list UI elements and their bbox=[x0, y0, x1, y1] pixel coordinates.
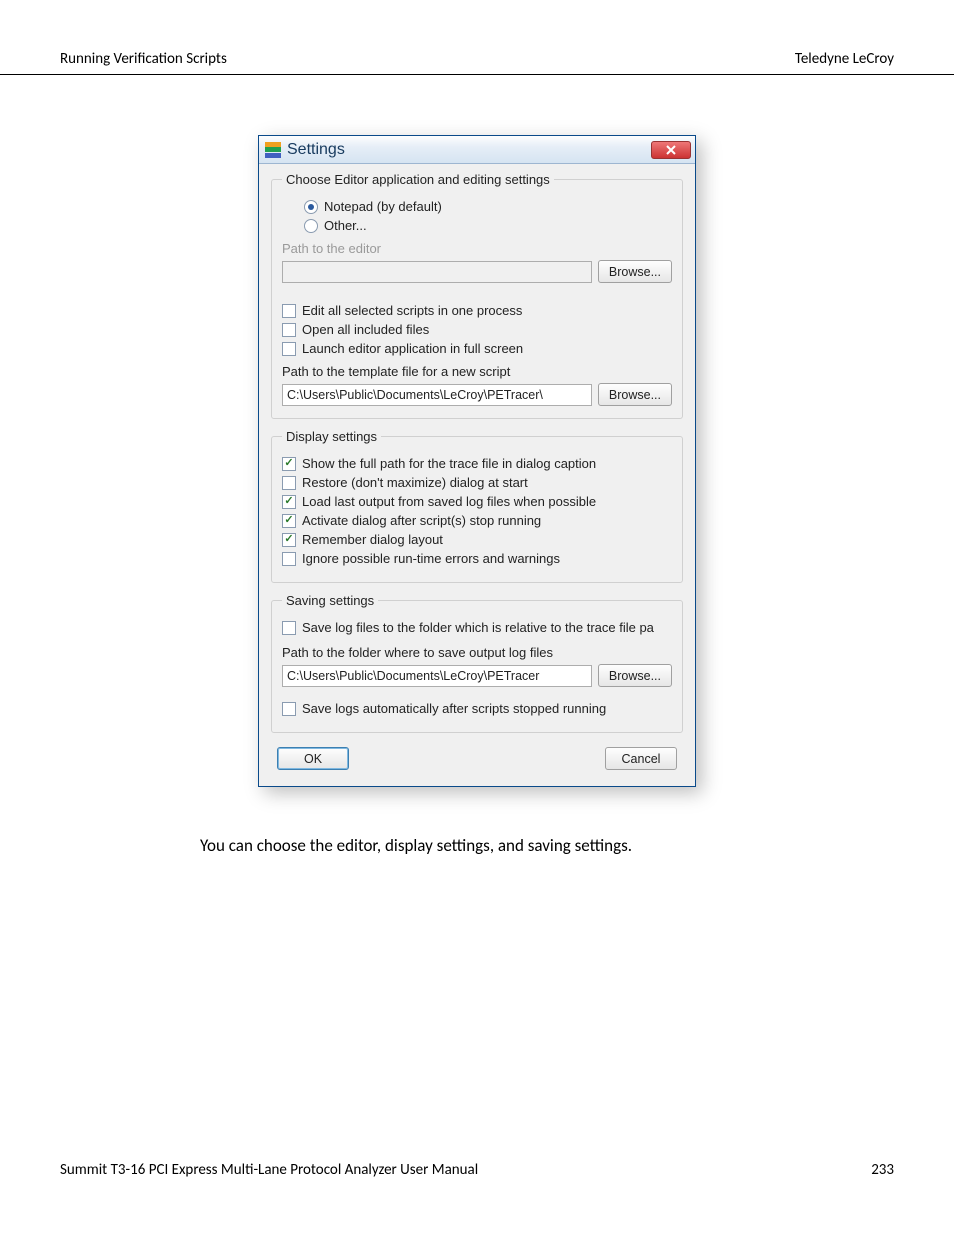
chk-load-output[interactable] bbox=[282, 495, 296, 509]
chk-remember-row[interactable]: Remember dialog layout bbox=[282, 532, 672, 547]
saving-group: Saving settings Save log files to the fo… bbox=[271, 593, 683, 733]
chk-fullscreen-label: Launch editor application in full screen bbox=[302, 341, 523, 356]
page-header: Running Verification Scripts Teledyne Le… bbox=[0, 0, 954, 75]
chk-auto-save[interactable] bbox=[282, 702, 296, 716]
page-footer: Summit T3-16 PCI Express Multi-Lane Prot… bbox=[60, 1161, 894, 1179]
editor-path-browse-button[interactable]: Browse... bbox=[598, 260, 672, 283]
chk-open-included-label: Open all included files bbox=[302, 322, 429, 337]
chk-open-included[interactable] bbox=[282, 323, 296, 337]
chk-ignore-label: Ignore possible run-time errors and warn… bbox=[302, 551, 560, 566]
chk-full-path-row[interactable]: Show the full path for the trace file in… bbox=[282, 456, 672, 471]
chk-save-relative-row[interactable]: Save log files to the folder which is re… bbox=[282, 620, 672, 635]
chk-restore[interactable] bbox=[282, 476, 296, 490]
header-right: Teledyne LeCroy bbox=[795, 50, 894, 68]
chk-restore-label: Restore (don't maximize) dialog at start bbox=[302, 475, 528, 490]
radio-notepad[interactable] bbox=[304, 200, 318, 214]
dialog-title: Settings bbox=[287, 141, 345, 159]
dialog-body: Choose Editor application and editing se… bbox=[259, 164, 695, 786]
saving-legend: Saving settings bbox=[282, 593, 378, 608]
chk-activate-row[interactable]: Activate dialog after script(s) stop run… bbox=[282, 513, 672, 528]
chk-auto-save-label: Save logs automatically after scripts st… bbox=[302, 701, 606, 716]
chk-save-relative[interactable] bbox=[282, 621, 296, 635]
chk-save-relative-label: Save log files to the folder which is re… bbox=[302, 620, 654, 635]
editor-path-row: Browse... bbox=[282, 260, 672, 283]
chk-remember-label: Remember dialog layout bbox=[302, 532, 443, 547]
footer-page-number: 233 bbox=[871, 1161, 894, 1179]
chk-fullscreen-row[interactable]: Launch editor application in full screen bbox=[282, 341, 672, 356]
editor-group: Choose Editor application and editing se… bbox=[271, 172, 683, 419]
template-browse-button[interactable]: Browse... bbox=[598, 383, 672, 406]
radio-notepad-row[interactable]: Notepad (by default) bbox=[282, 199, 672, 214]
app-icon bbox=[265, 142, 281, 158]
chk-edit-one-process-row[interactable]: Edit all selected scripts in one process bbox=[282, 303, 672, 318]
page-caption: You can choose the editor, display setti… bbox=[200, 835, 954, 856]
chk-open-included-row[interactable]: Open all included files bbox=[282, 322, 672, 337]
radio-other-row[interactable]: Other... bbox=[282, 218, 672, 233]
close-icon[interactable] bbox=[651, 141, 691, 159]
chk-load-output-label: Load last output from saved log files wh… bbox=[302, 494, 596, 509]
chk-fullscreen[interactable] bbox=[282, 342, 296, 356]
header-left: Running Verification Scripts bbox=[60, 50, 227, 68]
save-path-input[interactable]: C:\Users\Public\Documents\LeCroy\PETrace… bbox=[282, 665, 592, 687]
titlebar[interactable]: Settings bbox=[259, 136, 695, 164]
footer-left: Summit T3-16 PCI Express Multi-Lane Prot… bbox=[60, 1161, 478, 1179]
ok-button[interactable]: OK bbox=[277, 747, 349, 770]
chk-restore-row[interactable]: Restore (don't maximize) dialog at start bbox=[282, 475, 672, 490]
editor-path-input[interactable] bbox=[282, 261, 592, 283]
chk-edit-one-process[interactable] bbox=[282, 304, 296, 318]
chk-remember[interactable] bbox=[282, 533, 296, 547]
save-path-row: C:\Users\Public\Documents\LeCroy\PETrace… bbox=[282, 664, 672, 687]
radio-other[interactable] bbox=[304, 219, 318, 233]
radio-notepad-label: Notepad (by default) bbox=[324, 199, 442, 214]
save-path-label: Path to the folder where to save output … bbox=[282, 645, 553, 660]
chk-ignore-row[interactable]: Ignore possible run-time errors and warn… bbox=[282, 551, 672, 566]
template-path-label: Path to the template file for a new scri… bbox=[282, 364, 510, 379]
chk-full-path[interactable] bbox=[282, 457, 296, 471]
chk-ignore[interactable] bbox=[282, 552, 296, 566]
chk-full-path-label: Show the full path for the trace file in… bbox=[302, 456, 596, 471]
editor-legend: Choose Editor application and editing se… bbox=[282, 172, 554, 187]
chk-load-output-row[interactable]: Load last output from saved log files wh… bbox=[282, 494, 672, 509]
dialog-buttons: OK Cancel bbox=[265, 743, 689, 776]
editor-path-label: Path to the editor bbox=[282, 241, 381, 256]
cancel-button[interactable]: Cancel bbox=[605, 747, 677, 770]
radio-other-label: Other... bbox=[324, 218, 367, 233]
chk-auto-save-row[interactable]: Save logs automatically after scripts st… bbox=[282, 701, 672, 716]
display-group: Display settings Show the full path for … bbox=[271, 429, 683, 583]
chk-activate[interactable] bbox=[282, 514, 296, 528]
settings-dialog: Settings Choose Editor application and e… bbox=[258, 135, 696, 787]
template-path-row: C:\Users\Public\Documents\LeCroy\PETrace… bbox=[282, 383, 672, 406]
chk-activate-label: Activate dialog after script(s) stop run… bbox=[302, 513, 541, 528]
save-path-browse-button[interactable]: Browse... bbox=[598, 664, 672, 687]
template-path-input[interactable]: C:\Users\Public\Documents\LeCroy\PETrace… bbox=[282, 384, 592, 406]
display-legend: Display settings bbox=[282, 429, 381, 444]
chk-edit-one-process-label: Edit all selected scripts in one process bbox=[302, 303, 522, 318]
